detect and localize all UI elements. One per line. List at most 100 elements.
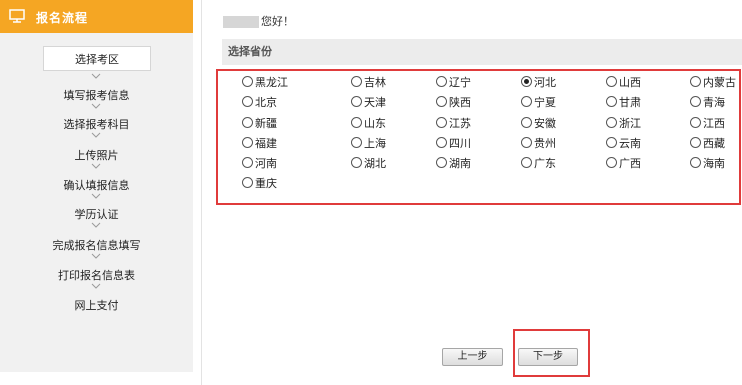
radio-button[interactable] — [690, 137, 701, 148]
chevron-down-icon — [91, 132, 101, 138]
province-option[interactable]: 福建 — [242, 135, 277, 151]
step-item: 打印报名信息表 — [58, 269, 135, 282]
province-label: 福建 — [255, 137, 277, 150]
radio-button[interactable] — [436, 117, 447, 128]
province-label: 山东 — [364, 117, 386, 130]
province-option[interactable]: 西藏 — [690, 135, 725, 151]
prev-button[interactable]: 上一步 — [442, 348, 503, 366]
radio-button[interactable] — [690, 96, 701, 107]
province-label: 北京 — [255, 96, 277, 109]
radio-button[interactable] — [606, 157, 617, 168]
province-option[interactable]: 青海 — [690, 94, 725, 110]
step-item: 确认填报信息 — [63, 179, 130, 192]
province-label: 山西 — [619, 76, 641, 89]
province-option[interactable]: 黑龙江 — [242, 74, 288, 90]
province-option[interactable]: 宁夏 — [521, 94, 556, 110]
province-option[interactable]: 广西 — [606, 155, 641, 171]
radio-button[interactable] — [521, 117, 532, 128]
province-label: 湖北 — [364, 157, 386, 170]
province-option[interactable]: 广东 — [521, 155, 556, 171]
province-label: 浙江 — [619, 117, 641, 130]
chevron-down-icon — [91, 283, 101, 289]
province-label: 吉林 — [364, 76, 386, 89]
radio-button[interactable] — [521, 157, 532, 168]
radio-button[interactable] — [351, 76, 362, 87]
province-label: 重庆 — [255, 177, 277, 190]
radio-button[interactable] — [242, 76, 253, 87]
radio-button[interactable] — [351, 157, 362, 168]
province-option[interactable]: 山西 — [606, 74, 641, 90]
radio-button[interactable] — [690, 117, 701, 128]
radio-button[interactable] — [351, 137, 362, 148]
province-label: 青海 — [703, 96, 725, 109]
radio-button[interactable] — [351, 117, 362, 128]
province-option[interactable]: 江苏 — [436, 115, 471, 131]
radio-button[interactable] — [242, 117, 253, 128]
province-option[interactable]: 四川 — [436, 135, 471, 151]
province-option[interactable]: 重庆 — [242, 175, 277, 191]
radio-button[interactable] — [606, 137, 617, 148]
province-option[interactable]: 河北 — [521, 74, 556, 90]
radio-button[interactable] — [436, 96, 447, 107]
province-option[interactable]: 海南 — [690, 155, 725, 171]
radio-button[interactable] — [606, 117, 617, 128]
greeting: 您好！ — [223, 13, 294, 29]
province-option[interactable]: 新疆 — [242, 115, 277, 131]
province-label: 贵州 — [534, 137, 556, 150]
radio-button[interactable] — [242, 177, 253, 188]
province-option[interactable]: 北京 — [242, 94, 277, 110]
radio-button[interactable] — [690, 76, 701, 87]
province-label: 上海 — [364, 137, 386, 150]
province-option[interactable]: 天津 — [351, 94, 386, 110]
province-label: 西藏 — [703, 137, 725, 150]
next-button[interactable]: 下一步 — [518, 348, 578, 366]
step-item: 学历认证 — [74, 208, 119, 221]
chevron-down-icon — [91, 73, 101, 79]
province-option[interactable]: 辽宁 — [436, 74, 471, 90]
sidebar-title: 报名流程 — [36, 11, 89, 25]
province-label: 四川 — [449, 137, 471, 150]
province-label: 陕西 — [449, 96, 471, 109]
radio-button[interactable] — [606, 96, 617, 107]
province-option[interactable]: 上海 — [351, 135, 386, 151]
step-item: 选择考区 — [43, 46, 151, 71]
province-option[interactable]: 湖北 — [351, 155, 386, 171]
province-label: 甘肃 — [619, 96, 641, 109]
province-option[interactable]: 陕西 — [436, 94, 471, 110]
radio-button[interactable] — [690, 157, 701, 168]
chevron-down-icon — [91, 163, 101, 169]
province-label: 海南 — [703, 157, 725, 170]
province-label: 内蒙古 — [703, 76, 736, 89]
radio-button[interactable] — [242, 137, 253, 148]
province-option[interactable]: 湖南 — [436, 155, 471, 171]
radio-button[interactable] — [351, 96, 362, 107]
step-item: 上传照片 — [74, 149, 119, 162]
province-option[interactable]: 浙江 — [606, 115, 641, 131]
province-selector: 黑龙江 吉林 辽宁 河北 山西 内蒙古北京 天津 陕西 宁夏 甘肃 青海新疆 山东 江苏 安徽 浙江 江西福建… — [216, 69, 741, 205]
province-option[interactable]: 河南 — [242, 155, 277, 171]
province-option[interactable]: 甘肃 — [606, 94, 641, 110]
chevron-down-icon — [91, 253, 101, 259]
radio-button[interactable] — [436, 76, 447, 87]
radio-button[interactable] — [242, 96, 253, 107]
radio-button[interactable] — [436, 137, 447, 148]
province-label: 天津 — [364, 96, 386, 109]
province-label: 黑龙江 — [255, 76, 288, 89]
province-option[interactable]: 安徽 — [521, 115, 556, 131]
province-option[interactable]: 贵州 — [521, 135, 556, 151]
province-label: 广西 — [619, 157, 641, 170]
radio-button[interactable] — [436, 157, 447, 168]
province-option[interactable]: 云南 — [606, 135, 641, 151]
step-item: 选择报考科目 — [63, 118, 130, 131]
main-panel: 您好！ 选择省份 黑龙江 吉林 辽宁 河北 山西 内蒙古 北京 天津 陕西 宁夏 甘肃 青海 新疆 山东 江… — [201, 0, 742, 385]
radio-button[interactable] — [242, 157, 253, 168]
province-label: 河北 — [534, 76, 556, 89]
province-option[interactable]: 吉林 — [351, 74, 386, 90]
radio-button[interactable] — [521, 76, 532, 87]
radio-button[interactable] — [606, 76, 617, 87]
radio-button[interactable] — [521, 96, 532, 107]
province-option[interactable]: 山东 — [351, 115, 386, 131]
province-option[interactable]: 江西 — [690, 115, 725, 131]
province-option[interactable]: 内蒙古 — [690, 74, 736, 90]
radio-button[interactable] — [521, 137, 532, 148]
